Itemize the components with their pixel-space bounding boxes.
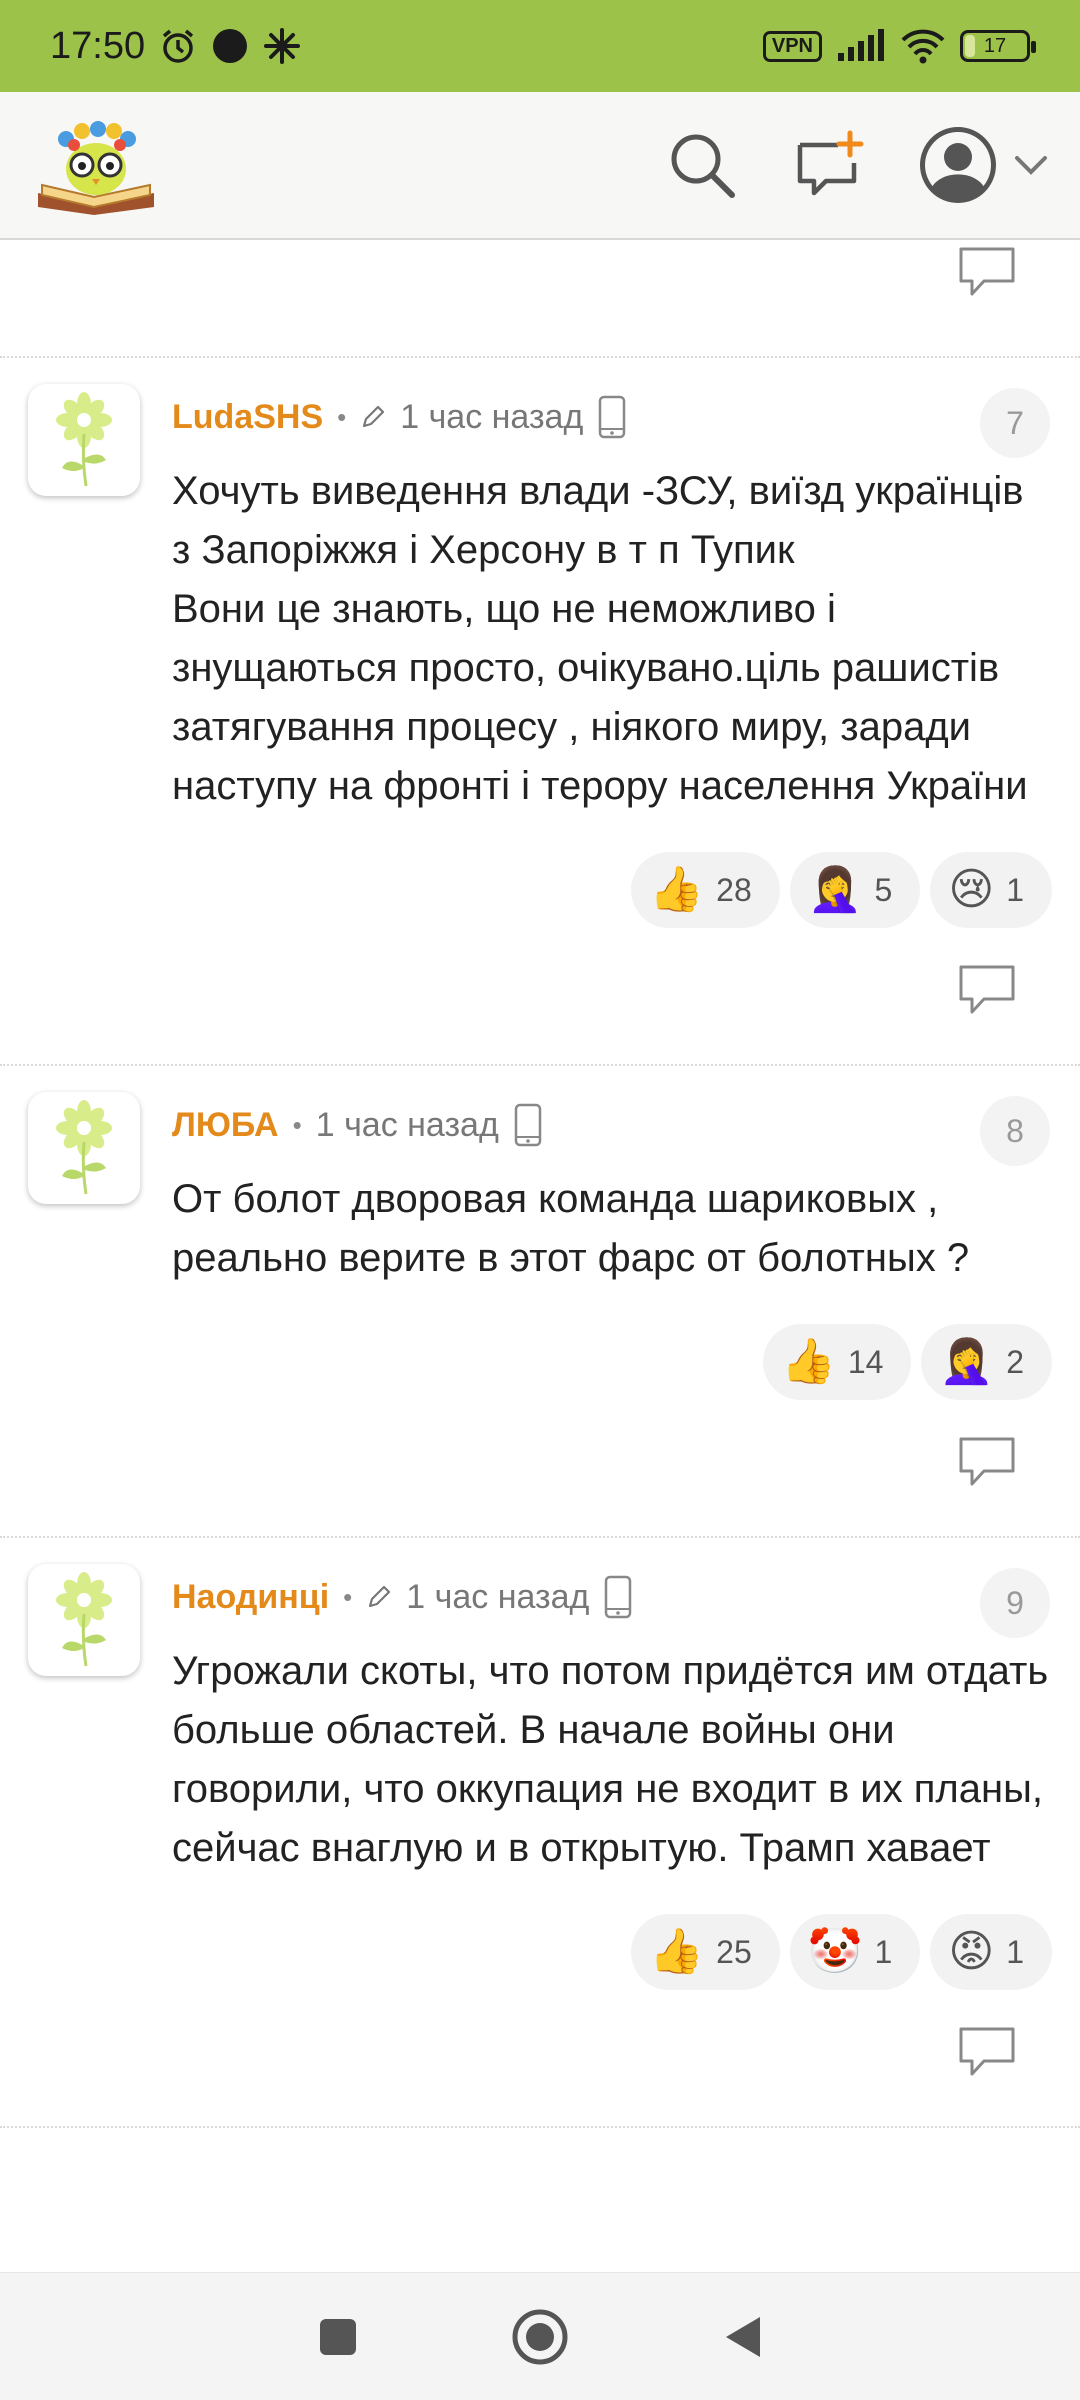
reaction-button[interactable]: 👍 28 (631, 852, 780, 928)
battery-level (965, 35, 975, 57)
dnd-dot-icon (213, 29, 248, 63)
reactions-row: 👍 25 🤡 1 😡 1 (0, 1914, 1080, 1990)
sparkle-icon (264, 28, 301, 64)
reaction-button[interactable]: 😡 1 (930, 1914, 1052, 1990)
comment-header: ЛЮБА • 1 час назад (172, 1094, 1080, 1156)
reaction-button[interactable]: 😢 1 (930, 852, 1052, 928)
separator-dot: • (337, 401, 347, 432)
home-button[interactable] (510, 2307, 570, 2367)
new-comment-button[interactable] (790, 125, 870, 205)
reaction-emoji-icon: 🤦‍♀️ (807, 865, 863, 914)
edited-pencil-icon (369, 1585, 391, 1608)
battery-indicator: 17 (960, 30, 1036, 62)
chevron-down-icon (1015, 156, 1047, 175)
reaction-count: 1 (874, 1933, 893, 1970)
comment-text: От болот дворовая команда шариковых , ре… (172, 1177, 970, 1280)
comments-list: LudaSHS • 1 час назад 7 Хочуть виведення вла… (0, 358, 1080, 2128)
reaction-count: 25 (716, 1933, 752, 1970)
reaction-button[interactable]: 🤦‍♀️ 5 (789, 852, 921, 928)
comment-number-badge: 8 (980, 1096, 1050, 1166)
status-bar: 17:50 VPN 17 (0, 0, 1080, 92)
reaction-emoji-icon: 😡 (948, 1927, 995, 1976)
reaction-button[interactable]: 🤡 1 (789, 1914, 921, 1990)
reaction-count: 5 (874, 871, 893, 908)
comment-number-badge: 9 (980, 1568, 1050, 1638)
flower-avatar-icon (56, 1100, 112, 1195)
new-comment-icon (797, 130, 864, 196)
recents-button[interactable] (316, 2315, 360, 2359)
reply-icon[interactable] (958, 1436, 1016, 1488)
vpn-badge: VPN (762, 30, 822, 62)
comment-item: LudaSHS • 1 час назад 7 Хочуть виведення вла… (0, 358, 1080, 1066)
mobile-device-icon (514, 1103, 542, 1147)
comment-number-badge: 7 (980, 388, 1050, 458)
separator-dot: • (292, 1109, 302, 1140)
user-avatar[interactable] (28, 1564, 140, 1676)
reaction-emoji-icon: 👍 (781, 1337, 836, 1386)
comment-item: ЛЮБА • 1 час назад 8 От болот дворовая коман… (0, 1066, 1080, 1538)
reaction-emoji-icon: 👍 (649, 1927, 705, 1976)
alarm-icon (162, 29, 194, 63)
comment-username[interactable]: LudaSHS (172, 398, 323, 437)
reaction-count: 1 (1006, 1933, 1024, 1970)
signal-icon (838, 29, 884, 61)
comments-feed: LudaSHS • 1 час назад 7 Хочуть виведення вла… (0, 242, 1080, 2272)
user-avatar[interactable] (28, 384, 140, 496)
comment-username[interactable]: Наодинці (172, 1578, 329, 1617)
edited-pencil-icon (363, 405, 385, 428)
comment-text: Хочуть виведення влади -ЗСУ, виїзд украї… (172, 469, 1028, 808)
comment-footer (0, 1990, 1080, 2126)
status-time: 17:50 (50, 24, 146, 67)
user-avatar[interactable] (28, 1092, 140, 1204)
comment-time: 1 час назад (315, 1105, 499, 1144)
reaction-button[interactable]: 👍 14 (763, 1324, 912, 1400)
previous-comment-footer (0, 242, 1080, 358)
reply-icon[interactable] (958, 964, 1016, 1016)
comment-time: 1 час назад (406, 1577, 590, 1616)
profile-menu-button[interactable] (918, 125, 1048, 205)
reaction-button[interactable]: 👍 25 (631, 1914, 780, 1990)
reaction-button[interactable]: 🤦‍♀️ 2 (921, 1324, 1052, 1400)
reaction-count: 14 (847, 1343, 884, 1380)
flower-avatar-icon (56, 392, 112, 487)
comment-header: LudaSHS • 1 час назад (172, 386, 1080, 448)
comment-item: Наодинці • 1 час назад 9 Угрожали скоты, что… (0, 1538, 1080, 2128)
book-owl-logo[interactable] (32, 115, 160, 215)
reaction-count: 2 (1006, 1343, 1024, 1380)
comment-time: 1 час назад (400, 397, 584, 436)
search-button[interactable] (662, 125, 742, 205)
reactions-row: 👍 28 🤦‍♀️ 5 😢 1 (0, 852, 1080, 928)
mobile-device-icon (605, 1575, 632, 1619)
mobile-device-icon (599, 395, 626, 439)
reaction-count: 1 (1006, 871, 1024, 908)
comment-footer (0, 928, 1080, 1064)
flower-avatar-icon (56, 1572, 112, 1667)
system-navigation-bar (0, 2272, 1080, 2400)
comment-username[interactable]: ЛЮБА (172, 1106, 279, 1145)
app-header (0, 92, 1080, 240)
back-button[interactable] (720, 2313, 764, 2361)
reaction-emoji-icon: 🤦‍♀️ (939, 1337, 995, 1386)
reaction-count: 28 (716, 871, 752, 908)
reaction-emoji-icon: 😢 (948, 865, 995, 914)
reaction-emoji-icon: 🤡 (807, 1927, 863, 1976)
battery-percent: 17 (983, 34, 1007, 57)
reply-icon[interactable] (958, 246, 1016, 298)
comment-footer (0, 1400, 1080, 1536)
wifi-icon (901, 29, 945, 64)
comment-header: Наодинці • 1 час назад (172, 1566, 1080, 1628)
search-icon (671, 134, 735, 198)
reaction-emoji-icon: 👍 (649, 865, 705, 914)
profile-icon (920, 127, 996, 203)
reply-icon[interactable] (958, 2026, 1016, 2078)
comment-text: Угрожали скоты, что потом придётся им от… (172, 1649, 1049, 1870)
separator-dot: • (343, 1581, 353, 1612)
reactions-row: 👍 14 🤦‍♀️ 2 (0, 1324, 1080, 1400)
